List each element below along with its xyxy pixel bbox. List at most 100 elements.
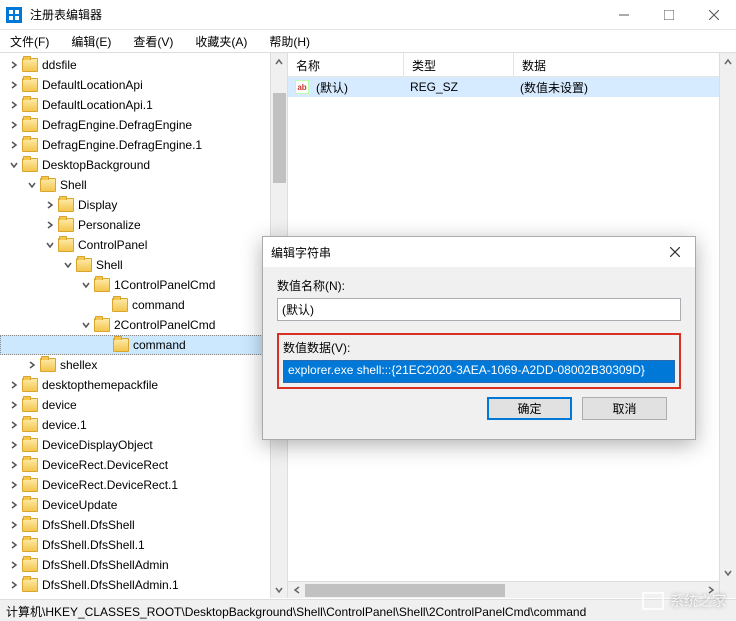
tree-item-label: desktopthemepackfile	[42, 378, 158, 392]
tree-item[interactable]: DfsShell.DfsShell	[0, 515, 287, 535]
tree-item[interactable]: DeviceDisplayObject	[0, 435, 287, 455]
tree-item[interactable]: DefragEngine.DefragEngine	[0, 115, 287, 135]
tree-item[interactable]: command	[0, 335, 287, 355]
tree-item[interactable]: Shell	[0, 175, 287, 195]
tree-item[interactable]: 1ControlPanelCmd	[0, 275, 287, 295]
tree-item[interactable]: device	[0, 395, 287, 415]
tree-item[interactable]: ControlPanel	[0, 235, 287, 255]
list-horizontal-scrollbar[interactable]	[288, 581, 719, 598]
chevron-down-icon[interactable]	[62, 259, 74, 271]
window-title: 注册表编辑器	[30, 6, 601, 23]
string-value-icon: ab	[294, 79, 310, 95]
tree-item[interactable]: ddsfile	[0, 55, 287, 75]
tree-item[interactable]: Display	[0, 195, 287, 215]
col-name[interactable]: 名称	[288, 53, 404, 76]
chevron-right-icon[interactable]	[8, 419, 20, 431]
chevron-down-icon[interactable]	[44, 239, 56, 251]
chevron-right-icon[interactable]	[8, 79, 20, 91]
folder-icon	[22, 118, 38, 132]
value-data-input[interactable]: explorer.exe shell:::{21EC2020-3AEA-1069…	[283, 360, 675, 383]
tree-item[interactable]: shellex	[0, 355, 287, 375]
tree-item-label: Display	[78, 198, 117, 212]
tree-item-label: DesktopBackground	[42, 158, 150, 172]
menu-help[interactable]: 帮助(H)	[265, 31, 314, 52]
tree-item-label: 2ControlPanelCmd	[114, 318, 215, 332]
tree-item[interactable]: DeviceUpdate	[0, 495, 287, 515]
folder-icon	[22, 158, 38, 172]
tree-item[interactable]: Shell	[0, 255, 287, 275]
tree-item-label: DeviceRect.DeviceRect	[42, 458, 168, 472]
chevron-right-icon[interactable]	[8, 439, 20, 451]
tree-item[interactable]: command	[0, 295, 287, 315]
chevron-right-icon[interactable]	[8, 99, 20, 111]
menu-view[interactable]: 查看(V)	[129, 31, 177, 52]
folder-icon	[22, 438, 38, 452]
close-button[interactable]	[691, 0, 736, 30]
tree-item-label: DeviceRect.DeviceRect.1	[42, 478, 178, 492]
menubar: 文件(F) 编辑(E) 查看(V) 收藏夹(A) 帮助(H)	[0, 30, 736, 52]
menu-file[interactable]: 文件(F)	[6, 31, 53, 52]
chevron-right-icon[interactable]	[8, 559, 20, 571]
chevron-right-icon[interactable]	[8, 59, 20, 71]
chevron-right-icon[interactable]	[8, 399, 20, 411]
dialog-close-button[interactable]	[663, 247, 687, 257]
chevron-right-icon[interactable]	[8, 459, 20, 471]
tree-item-label: Personalize	[78, 218, 141, 232]
chevron-down-icon[interactable]	[80, 279, 92, 291]
tree-item-label: DeviceUpdate	[42, 498, 117, 512]
menu-favorites[interactable]: 收藏夹(A)	[191, 31, 251, 52]
folder-icon	[22, 538, 38, 552]
chevron-right-icon[interactable]	[8, 519, 20, 531]
tree-item-label: DefaultLocationApi	[42, 78, 143, 92]
chevron-right-icon[interactable]	[44, 199, 56, 211]
tree-item[interactable]: DeviceRect.DeviceRect	[0, 455, 287, 475]
tree-item[interactable]: DfsShell.DfsShellAdmin	[0, 555, 287, 575]
chevron-down-icon[interactable]	[26, 179, 38, 191]
folder-icon	[58, 218, 74, 232]
minimize-button[interactable]	[601, 0, 646, 30]
chevron-right-icon[interactable]	[8, 579, 20, 591]
value-name-input[interactable]	[277, 298, 681, 321]
menu-edit[interactable]: 编辑(E)	[67, 31, 115, 52]
tree-item[interactable]: DefragEngine.DefragEngine.1	[0, 135, 287, 155]
chevron-right-icon[interactable]	[8, 139, 20, 151]
chevron-right-icon[interactable]	[8, 119, 20, 131]
tree-item[interactable]: DefaultLocationApi.1	[0, 95, 287, 115]
tree-item[interactable]: desktopthemepackfile	[0, 375, 287, 395]
tree-item[interactable]: DefaultLocationApi	[0, 75, 287, 95]
tree-item[interactable]: DfsShell.DfsShellAdmin.1	[0, 575, 287, 595]
ok-button[interactable]: 确定	[487, 397, 572, 420]
tree-item[interactable]: DeviceRect.DeviceRect.1	[0, 475, 287, 495]
tree-item-label: ddsfile	[42, 58, 77, 72]
edit-string-dialog: 编辑字符串 数值名称(N): 数值数据(V): explorer.exe she…	[262, 236, 696, 440]
list-row[interactable]: ab (默认) REG_SZ (数值未设置)	[288, 77, 736, 97]
cell-name: (默认)	[316, 79, 410, 96]
tree-item[interactable]: device.1	[0, 415, 287, 435]
folder-icon	[113, 338, 129, 352]
col-data[interactable]: 数据	[514, 53, 736, 76]
tree-item[interactable]: 2ControlPanelCmd	[0, 315, 287, 335]
tree-item[interactable]: Personalize	[0, 215, 287, 235]
folder-icon	[22, 558, 38, 572]
chevron-right-icon[interactable]	[8, 499, 20, 511]
list-vertical-scrollbar[interactable]	[719, 53, 736, 598]
chevron-right-icon[interactable]	[8, 479, 20, 491]
chevron-down-icon[interactable]	[80, 319, 92, 331]
tree-item-label: DfsShell.DfsShell.1	[42, 538, 145, 552]
cancel-button[interactable]: 取消	[582, 397, 667, 420]
col-type[interactable]: 类型	[404, 53, 514, 76]
chevron-down-icon[interactable]	[8, 159, 20, 171]
tree-view[interactable]: ddsfile DefaultLocationApi DefaultLocation…	[0, 53, 287, 598]
maximize-button[interactable]	[646, 0, 691, 30]
tree-item-label: DefaultLocationApi.1	[42, 98, 153, 112]
folder-icon	[112, 298, 128, 312]
folder-icon	[22, 578, 38, 592]
chevron-right-icon[interactable]	[8, 379, 20, 391]
tree-item[interactable]: DfsShell.DfsShell.1	[0, 535, 287, 555]
chevron-right-icon[interactable]	[44, 219, 56, 231]
chevron-right-icon[interactable]	[8, 539, 20, 551]
tree-item-label: DfsShell.DfsShellAdmin.1	[42, 578, 179, 592]
tree-item[interactable]: DesktopBackground	[0, 155, 287, 175]
dialog-titlebar[interactable]: 编辑字符串	[263, 237, 695, 267]
chevron-right-icon[interactable]	[26, 359, 38, 371]
